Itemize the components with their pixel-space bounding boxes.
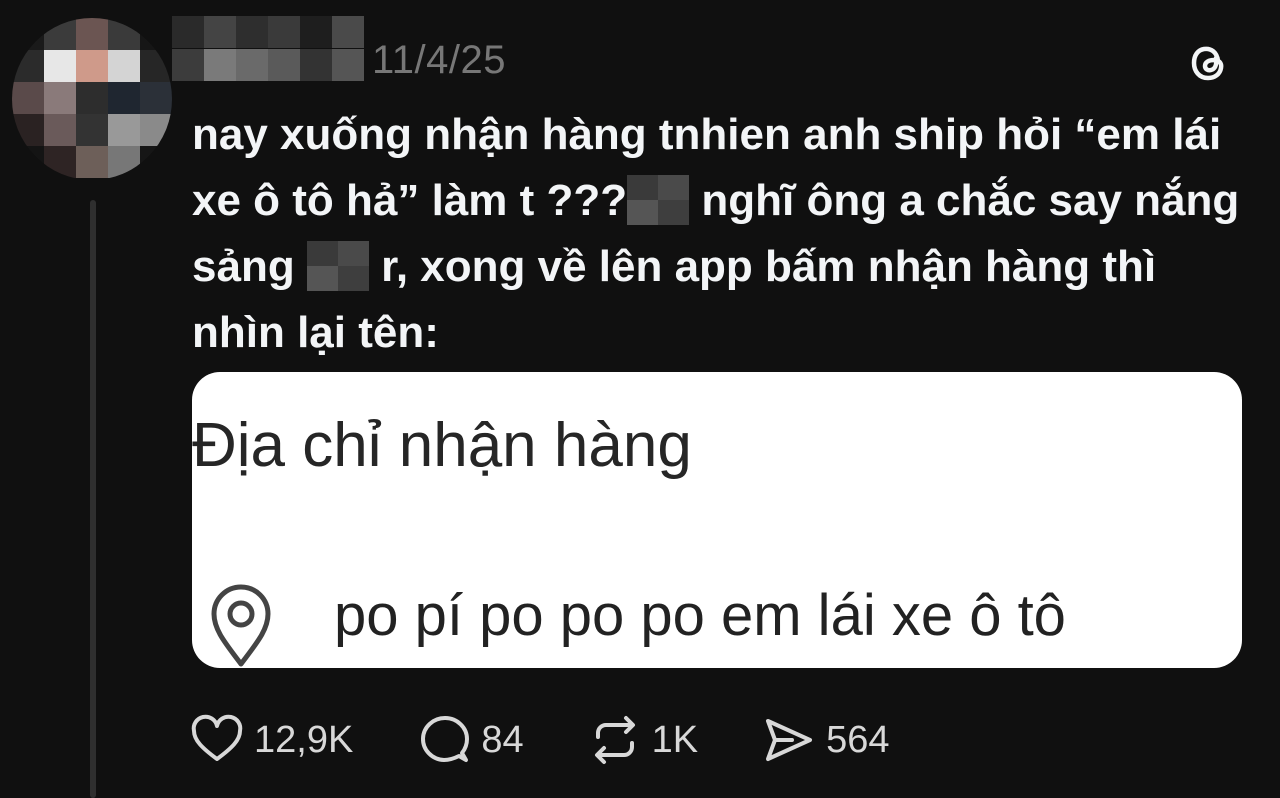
share-count: 564 bbox=[826, 718, 890, 761]
address-text: po pí po po po em lái xe ô tô bbox=[334, 583, 1066, 648]
like-button[interactable]: 12,9K bbox=[190, 713, 353, 767]
post-text-line3a: sảng bbox=[192, 242, 307, 291]
post-timestamp[interactable]: 11/4/25 bbox=[372, 38, 506, 83]
avatar[interactable] bbox=[12, 18, 172, 180]
threads-post: 11/4/25 nay xuống nhận hàng tnhien anh s… bbox=[0, 0, 1280, 798]
post-text-line2b: nghĩ ông a chắc say nắng bbox=[689, 176, 1240, 225]
heart-icon bbox=[191, 714, 243, 761]
thread-line bbox=[90, 200, 96, 798]
post-text-line3b: r, xong về lên app bấm nhận hàng thì bbox=[368, 242, 1157, 291]
username-censored[interactable] bbox=[172, 16, 368, 82]
action-bar: 12,9K 84 1K 564 bbox=[190, 710, 953, 770]
reply-button[interactable]: 84 bbox=[417, 713, 524, 767]
image-title: Địa chỉ nhận hàng bbox=[192, 411, 692, 480]
censored-word bbox=[627, 175, 690, 225]
repost-icon bbox=[594, 716, 635, 764]
attached-image[interactable]: Địa chỉ nhận hàng po pí po po po em lái … bbox=[192, 372, 1242, 668]
repost-count: 1K bbox=[651, 718, 699, 761]
repost-button[interactable]: 1K bbox=[588, 713, 698, 767]
comment-icon bbox=[421, 716, 470, 762]
location-pin-icon bbox=[211, 584, 271, 667]
post-text-line2a: xe ô tô hả” làm t ??? bbox=[192, 176, 628, 225]
send-icon bbox=[766, 719, 813, 761]
threads-logo-icon[interactable] bbox=[1184, 38, 1232, 88]
post-text-line4: nhìn lại tên: bbox=[192, 308, 439, 357]
like-count: 12,9K bbox=[254, 718, 354, 761]
post-text-line1: nay xuống nhận hàng tnhien anh ship hỏi … bbox=[192, 110, 1222, 159]
reply-count: 84 bbox=[481, 718, 524, 761]
post-text: nay xuống nhận hàng tnhien anh ship hỏi … bbox=[192, 102, 1262, 366]
censored-word bbox=[306, 241, 369, 291]
share-button[interactable]: 564 bbox=[762, 713, 889, 767]
